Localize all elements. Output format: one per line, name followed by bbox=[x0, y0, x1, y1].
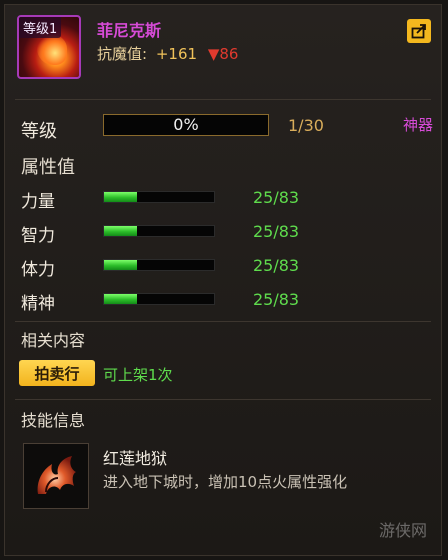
related-title: 相关内容 bbox=[21, 331, 86, 350]
attr-label-spirit: 精神 bbox=[21, 294, 55, 314]
attr-fill bbox=[104, 294, 137, 304]
level-progress-text: 0% bbox=[173, 115, 199, 134]
share-button[interactable] bbox=[407, 19, 431, 43]
artifact-tag: 神器 bbox=[403, 116, 434, 134]
share-icon bbox=[411, 24, 426, 39]
resist-stat: 抗魔值: +161 ▼86 bbox=[97, 43, 238, 64]
level-progress-bar: 0% bbox=[103, 114, 269, 136]
attr-bar-spirit bbox=[103, 293, 215, 305]
attr-label-vitality: 体力 bbox=[21, 260, 55, 280]
attr-value-vitality: 25/83 bbox=[253, 256, 300, 275]
level-count: 1/30 bbox=[288, 116, 324, 135]
level-label: 等级 bbox=[21, 121, 57, 142]
auction-note: 可上架1次 bbox=[103, 366, 173, 384]
divider bbox=[15, 321, 431, 322]
phoenix-portrait-art bbox=[37, 35, 67, 65]
attr-value-spirit: 25/83 bbox=[253, 290, 300, 309]
item-name: 菲尼克斯 bbox=[97, 21, 162, 40]
phoenix-flame-icon bbox=[37, 456, 76, 494]
attr-bar-strength bbox=[103, 191, 215, 203]
skill-icon-slot[interactable] bbox=[23, 443, 89, 509]
attr-label-strength: 力量 bbox=[21, 192, 55, 212]
attr-bar-vitality bbox=[103, 259, 215, 271]
divider bbox=[15, 99, 431, 100]
attr-fill bbox=[104, 260, 137, 270]
resist-label: 抗魔值: bbox=[97, 45, 148, 63]
attr-fill bbox=[104, 192, 137, 202]
attr-fill bbox=[104, 226, 137, 236]
resist-plus-value: +161 bbox=[155, 45, 198, 63]
item-tooltip-panel: 等级1 菲尼克斯 抗魔值: +161 ▼86 等级 0% 1/30 神器 属性值… bbox=[4, 4, 442, 556]
attr-label-intelligence: 智力 bbox=[21, 226, 55, 246]
skill-title: 技能信息 bbox=[21, 411, 86, 430]
attr-value-intelligence: 25/83 bbox=[253, 222, 300, 241]
watermark: 游侠网 bbox=[378, 521, 427, 540]
item-portrait[interactable]: 等级1 bbox=[17, 15, 81, 79]
divider bbox=[15, 399, 431, 400]
attr-value-strength: 25/83 bbox=[253, 188, 300, 207]
attributes-title: 属性值 bbox=[21, 157, 75, 178]
resist-minus-value: ▼86 bbox=[207, 45, 239, 63]
attr-bar-intelligence bbox=[103, 225, 215, 237]
skill-name: 红莲地狱 bbox=[103, 449, 168, 468]
auction-house-button[interactable]: 拍卖行 bbox=[19, 360, 95, 386]
level-badge: 等级1 bbox=[19, 17, 62, 38]
skill-description: 进入地下城时，增加10点火属性强化 bbox=[103, 473, 348, 491]
